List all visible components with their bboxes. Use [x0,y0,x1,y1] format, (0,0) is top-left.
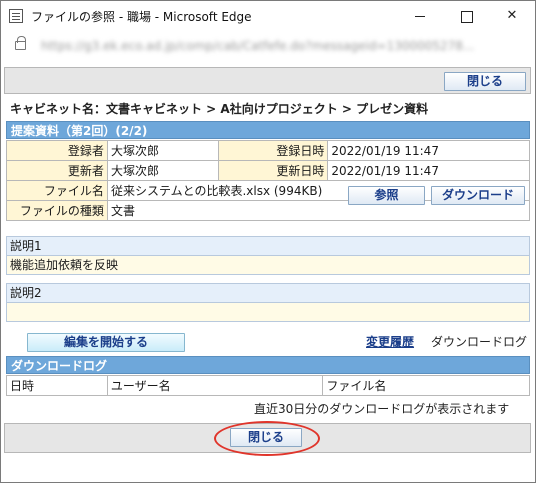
column-header-filename: ファイル名 [322,375,530,396]
updater-value: 大塚次郎 [106,160,219,181]
upd-date-value: 2022/01/19 11:47 [327,160,530,181]
change-history-link[interactable]: 変更履歴 [366,333,414,350]
download-button[interactable]: ダウンロード [431,186,525,205]
download-log-header: ダウンロードログ [6,356,530,374]
filename-label: ファイル名 [6,180,108,201]
description2-value [6,303,530,322]
maximize-icon[interactable] [443,1,489,31]
upd-date-label: 更新日時 [217,160,329,181]
document-title-header: 提案資料（第2回）(2/2) [6,121,530,139]
column-header-datetime: 日時 [6,375,108,396]
download-log-table: 日時 ユーザー名 ファイル名 [6,375,530,396]
table-header-row: 日時 ユーザー名 ファイル名 [6,375,530,396]
filetype-label: ファイルの種類 [6,200,108,221]
description1-label: 説明1 [6,236,530,256]
download-log-label: ダウンロードログ [431,335,528,349]
window-title: ファイルの参照 - 職場 - Microsoft Edge [31,10,252,24]
address-bar: https://g3.ek.eco.ad.jp/comp/cab/Catfefe… [1,31,535,63]
table-row: 更新者 大塚次郎 更新日時 2022/01/19 11:47 [6,160,530,181]
start-edit-button[interactable]: 編集を開始する [27,333,185,352]
highlight-circle [214,421,320,456]
column-header-username: ユーザー名 [106,375,324,396]
download-log-note: 直近30日分のダウンロードログが表示されます [254,402,510,416]
minimize-icon[interactable] [397,1,443,31]
description2-label: 説明2 [6,283,530,303]
registrant-label: 登録者 [6,140,108,161]
url-text: https://g3.ek.eco.ad.jp/comp/cab/Catfefe… [41,39,475,53]
table-row: 登録者 大塚次郎 登録日時 2022/01/19 11:47 [6,140,530,161]
breadcrumb: キャビネット名：文書キャビネット > A社向けプロジェクト > プレゼン資料 [10,102,429,116]
description1-value: 機能追加依頼を反映 [6,256,530,275]
registrant-value: 大塚次郎 [106,140,219,161]
page-icon [9,9,23,23]
close-icon[interactable]: ✕ [489,1,535,31]
document-info-table: 登録者 大塚次郎 登録日時 2022/01/19 11:47 更新者 大塚次郎 … [6,140,531,221]
lock-icon [15,36,26,50]
title-bar: ファイルの参照 - 職場 - Microsoft Edge ✕ [1,1,535,31]
reg-date-value: 2022/01/19 11:47 [327,140,530,161]
browse-button[interactable]: 参照 [348,186,425,205]
updater-label: 更新者 [6,160,108,181]
reg-date-label: 登録日時 [217,140,329,161]
close-button-top[interactable]: 閉じる [444,72,526,91]
